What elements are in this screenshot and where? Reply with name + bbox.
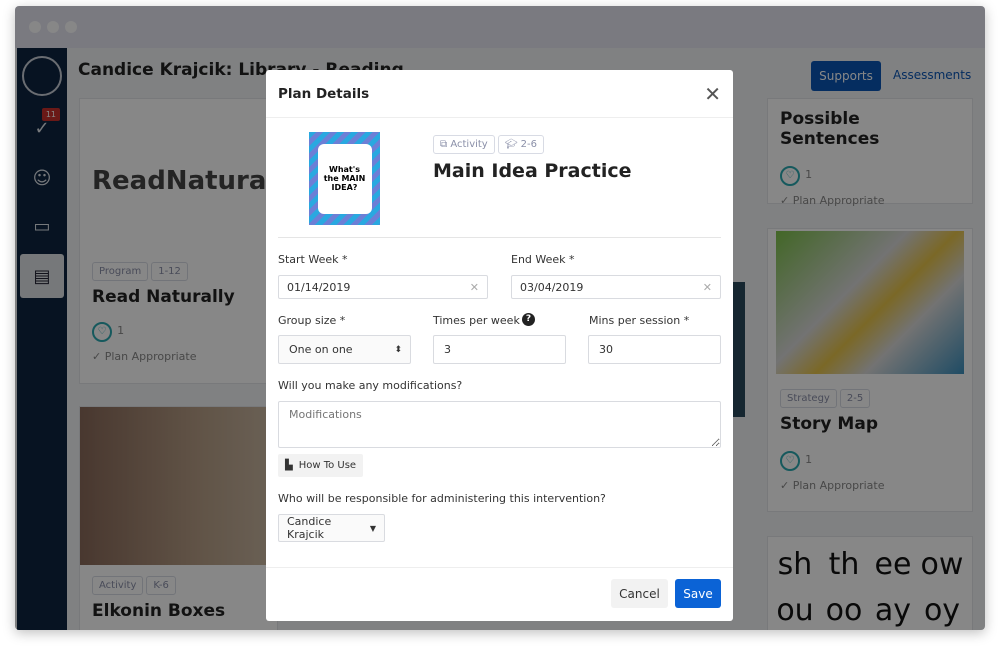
times-per-week-input[interactable]: 3: [433, 335, 566, 364]
thumbnail-text: What's the MAIN IDEA?: [317, 143, 372, 214]
puzzle-icon: ⧉: [440, 139, 451, 150]
group-size-select[interactable]: One on one ⬍: [278, 335, 411, 364]
graduation-cap-icon: 🎓︎: [504, 139, 521, 150]
type-label: Activity: [450, 139, 488, 150]
mins-per-session-input[interactable]: 30: [588, 335, 721, 364]
group-size-value: One on one: [289, 343, 353, 356]
end-week-input[interactable]: 03/04/2019 ✕: [511, 275, 721, 299]
type-tag: ⧉ Activity: [433, 135, 495, 154]
modal-header: Plan Details ✕: [266, 70, 733, 118]
modifications-label: Will you make any modifications?: [278, 379, 463, 392]
modal-title: Plan Details: [278, 85, 370, 102]
responsible-dropdown[interactable]: Candice Krajcik ▼: [278, 514, 385, 542]
plan-details-modal: Plan Details ✕ What's the MAIN IDEA? ⧉ A…: [266, 70, 733, 621]
grade-tag: 🎓︎ 2-6: [497, 135, 544, 154]
responsible-label: Who will be responsible for administerin…: [278, 492, 606, 505]
divider: [278, 237, 721, 238]
start-week-value: 01/14/2019: [287, 280, 351, 294]
close-icon[interactable]: ✕: [704, 82, 721, 106]
end-week-value: 03/04/2019: [520, 280, 584, 294]
sort-arrows-icon: ⬍: [394, 344, 402, 355]
cancel-button[interactable]: Cancel: [611, 579, 668, 608]
times-per-week-label: Times per week *: [433, 314, 529, 327]
how-to-use-button[interactable]: ▙ How To Use: [278, 454, 364, 477]
end-week-label: End Week *: [511, 253, 575, 266]
activity-thumbnail: What's the MAIN IDEA?: [309, 132, 380, 225]
mins-per-session-value: 30: [599, 343, 613, 356]
group-size-label: Group size *: [278, 314, 346, 327]
save-button[interactable]: Save: [675, 579, 721, 608]
map-icon: ▙: [285, 460, 293, 471]
start-week-label: Start Week *: [278, 253, 348, 266]
modal-footer: Cancel Save: [266, 567, 733, 621]
caret-down-icon: ▼: [369, 523, 376, 533]
how-to-use-label: How To Use: [298, 460, 357, 471]
intervention-name: Main Idea Practice: [433, 160, 632, 182]
clear-icon[interactable]: ✕: [470, 281, 479, 294]
modifications-textarea[interactable]: [278, 401, 721, 448]
clear-icon[interactable]: ✕: [703, 281, 712, 294]
grade-label: 2-6: [520, 139, 537, 150]
start-week-input[interactable]: 01/14/2019 ✕: [278, 275, 488, 299]
times-per-week-value: 3: [444, 343, 451, 356]
help-icon[interactable]: ?: [522, 313, 535, 326]
mins-per-session-label: Mins per session *: [589, 314, 690, 327]
responsible-value: Candice Krajcik: [287, 515, 332, 541]
